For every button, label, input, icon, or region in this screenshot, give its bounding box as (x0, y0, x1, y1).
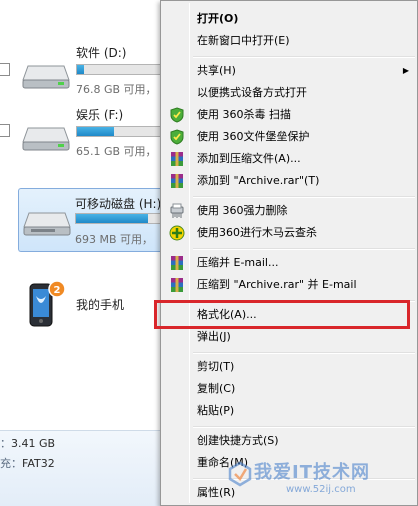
menu-item-label: 粘贴(P) (197, 404, 235, 417)
detail-value: FAT32 (22, 457, 55, 470)
drive-item-h-selected[interactable]: 可移动磁盘 (H:) 693 MB 可用， (18, 188, 169, 252)
menu-item-label: 使用 360杀毒 扫描 (197, 108, 291, 121)
format-highlight-box (154, 300, 410, 329)
menu-item-label: 共享(H) (197, 64, 236, 77)
menu-item-label: 压缩并 E-mail... (197, 256, 279, 269)
menu-item-paste[interactable]: 粘贴(P) (163, 400, 415, 422)
removable-drive-icon (23, 212, 71, 236)
menu-separator (193, 426, 415, 428)
menu-item-360-shred[interactable]: 使用 360强力删除 (163, 200, 415, 222)
menu-separator (193, 56, 415, 58)
submenu-arrow-icon: ▶ (402, 66, 409, 75)
menu-item-label: 剪切(T) (197, 360, 235, 373)
drive-usage-bar (76, 126, 166, 137)
drive-name: 娱乐 (F:) (76, 108, 124, 122)
drive-usage-bar (76, 64, 166, 75)
hard-drive-icon (22, 127, 70, 151)
menu-item-label: 添加到压缩文件(A)... (197, 152, 301, 165)
menu-item-open-new-window[interactable]: 在新窗口中打开(E) (163, 30, 415, 52)
menu-item-label: 压缩到 "Archive.rar" 并 E-mail (197, 278, 357, 291)
drive-usage-bar (75, 213, 169, 224)
winrar-icon (171, 152, 183, 166)
menu-item-open-portable[interactable]: 以便携式设备方式打开 (163, 82, 415, 104)
winrar-icon (171, 256, 183, 270)
detail-key: ： (0, 437, 11, 450)
shield-360-icon (170, 129, 184, 145)
drive-free-space: 76.8 GB 可用， (76, 83, 157, 96)
phone-name[interactable]: 我的手机 (76, 296, 124, 313)
drive-item-f[interactable]: 娱乐 (F:) 65.1 GB 可用， (0, 102, 168, 162)
detail-value: 3.41 GB (11, 437, 56, 450)
drive-name: 可移动磁盘 (H:) (75, 197, 162, 211)
menu-item-open[interactable]: 打开(O) (163, 8, 415, 30)
winrar-icon (171, 174, 183, 188)
drive-name: 软件 (D:) (76, 46, 127, 60)
detail-key: 充： (0, 457, 22, 470)
menu-item-add-archive[interactable]: 添加到压缩文件(A)... (163, 148, 415, 170)
menu-item-eject[interactable]: 弹出(J) (163, 326, 415, 348)
menu-item-label: 使用 360文件堡垒保护 (197, 130, 310, 143)
menu-separator (193, 352, 415, 354)
menu-item-create-shortcut[interactable]: 创建快捷方式(S) (163, 430, 415, 452)
menu-item-label: 复制(C) (197, 382, 236, 395)
drive-usage-fill (76, 214, 148, 223)
menu-item-cut[interactable]: 剪切(T) (163, 356, 415, 378)
shredder-icon (170, 203, 184, 218)
watermark: 我爱IT技术网 www.52ij.com (226, 454, 418, 506)
drive-usage-fill (77, 65, 85, 74)
watermark-logo-icon (228, 461, 252, 487)
watermark-text: 我爱IT技术网 (254, 462, 370, 483)
trojan-scan-icon (169, 225, 185, 241)
menu-item-label: 打开(O) (197, 12, 239, 25)
menu-item-label: 使用 360强力删除 (197, 204, 288, 217)
menu-item-360-trojan-scan[interactable]: 使用360进行木马云查杀 (163, 222, 415, 244)
drive-free-space: 693 MB 可用， (75, 233, 154, 246)
detail-file-system: 充：FAT32 (0, 455, 55, 471)
context-menu: 打开(O) 在新窗口中打开(E) 共享(H) ▶ 以便携式设备方式打开 使用 36… (160, 0, 418, 506)
menu-separator (193, 248, 415, 250)
drive-item-d[interactable]: 软件 (D:) 76.8 GB 可用， (0, 40, 168, 100)
menu-item-compress-email[interactable]: 压缩并 E-mail... (163, 252, 415, 274)
menu-item-label: 创建快捷方式(S) (197, 434, 279, 447)
menu-item-label: 添加到 "Archive.rar"(T) (197, 174, 320, 187)
explorer-pane: 软件 (D:) 76.8 GB 可用， 娱乐 (F:) 65.1 GB 可用， … (0, 0, 169, 506)
menu-item-copy[interactable]: 复制(C) (163, 378, 415, 400)
menu-item-label: 使用360进行木马云查杀 (197, 226, 317, 239)
hard-drive-icon (22, 65, 70, 89)
menu-item-share[interactable]: 共享(H) ▶ (163, 60, 415, 82)
menu-item-label: 以便携式设备方式打开 (197, 86, 307, 99)
details-pane: ：3.41 GB 充：FAT32 (0, 430, 168, 506)
winrar-icon (171, 278, 183, 292)
shield-360-icon (170, 107, 184, 123)
menu-item-360-protect[interactable]: 使用 360文件堡垒保护 (163, 126, 415, 148)
menu-separator (193, 196, 415, 198)
menu-item-compress-rar-email[interactable]: 压缩到 "Archive.rar" 并 E-mail (163, 274, 415, 296)
drive-free-space: 65.1 GB 可用， (76, 145, 157, 158)
phone-icon[interactable]: 2 (24, 280, 66, 330)
phone-badge: 2 (54, 285, 61, 296)
menu-item-label: 在新窗口中打开(E) (197, 34, 290, 47)
menu-item-label: 弹出(J) (197, 330, 231, 343)
menu-item-360-scan[interactable]: 使用 360杀毒 扫描 (163, 104, 415, 126)
detail-total-size: ：3.41 GB (0, 435, 55, 451)
watermark-url: www.52ij.com (286, 484, 356, 495)
drive-usage-fill (77, 127, 114, 136)
menu-item-add-archive-rar[interactable]: 添加到 "Archive.rar"(T) (163, 170, 415, 192)
